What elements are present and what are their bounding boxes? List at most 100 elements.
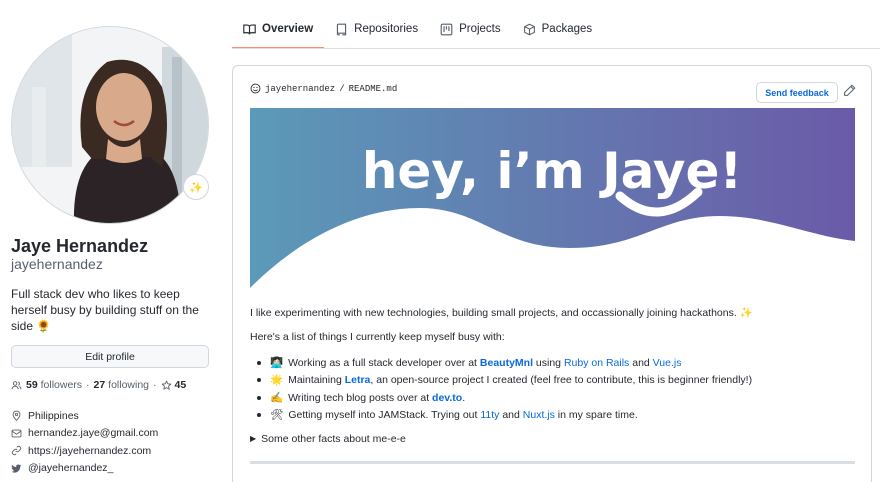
- item-text-fragment: Maintaining: [288, 374, 345, 387]
- tab-packages[interactable]: Packages: [512, 10, 604, 48]
- item-text-fragment: Working as a full stack developer over a…: [288, 356, 480, 369]
- item-text-fragment: , an open-source project I created (feel…: [370, 374, 753, 387]
- item-text: Writing tech blog posts over at dev.to.: [288, 391, 465, 405]
- item-emoji: ✍️: [270, 391, 284, 404]
- tab-label: Repositories: [354, 23, 419, 35]
- bullet-icon: [257, 378, 261, 383]
- tab-label: Packages: [541, 23, 593, 35]
- item-emoji: 🌟: [270, 374, 284, 387]
- readme-list-item: ✍️ Writing tech blog posts over at dev.to…: [257, 389, 855, 407]
- item-emoji: 🛠: [270, 409, 284, 422]
- readme-link[interactable]: dev.to: [432, 392, 462, 404]
- readme-path-file[interactable]: README.md: [349, 84, 398, 94]
- tab-label: Projects: [459, 23, 501, 35]
- tab-repositories[interactable]: Repositories: [324, 10, 429, 48]
- stat-separator: ·: [86, 379, 90, 391]
- readme-divider: [250, 461, 855, 464]
- item-text-fragment: in my spare time.: [554, 409, 638, 422]
- item-text-fragment: Writing tech blog posts over at: [288, 391, 433, 404]
- profile-tabs: Overview Repositories Projects Packages: [232, 10, 604, 49]
- twitter-link[interactable]: @jayehernandez_: [28, 462, 113, 474]
- details-toggle[interactable]: ▶ Some other facts about me-e-e: [250, 432, 855, 446]
- intro-emoji: ✨: [739, 307, 753, 319]
- pencil-icon[interactable]: [843, 84, 856, 97]
- following-label: following: [108, 379, 150, 391]
- avatar-photo: [12, 27, 208, 223]
- tab-label: Overview: [262, 23, 314, 35]
- website-link[interactable]: https://jayehernandez.com: [28, 445, 151, 457]
- followers-link[interactable]: 59 followers: [26, 379, 82, 391]
- readme-link[interactable]: Ruby on Rails: [564, 357, 629, 369]
- item-text: Working as a full stack developer over a…: [288, 356, 681, 370]
- item-text-fragment: and: [629, 356, 653, 369]
- avatar[interactable]: [11, 26, 209, 224]
- following-link[interactable]: 27 following: [94, 379, 149, 391]
- twitter-item[interactable]: @jayehernandez_: [11, 460, 158, 478]
- location-text: Philippines: [28, 409, 79, 422]
- location-icon: [12, 410, 21, 422]
- readme-link[interactable]: Vue.js: [653, 357, 682, 369]
- followers-label: followers: [40, 379, 83, 391]
- readme-link[interactable]: BeautyMnl: [480, 357, 533, 369]
- readme-body: I like experimenting with new technologi…: [250, 306, 855, 446]
- email-link[interactable]: hernandez.jaye@gmail.com: [28, 427, 158, 439]
- project-icon: [440, 23, 453, 35]
- readme-path-sep: /: [339, 83, 345, 94]
- website-item[interactable]: https://jayehernandez.com: [11, 442, 158, 460]
- follow-stats: 59 followers · 27 following · 45: [11, 379, 186, 391]
- item-text-fragment: and: [499, 409, 523, 422]
- readme-list-item: 👩🏻‍💻 Working as a full stack developer ov…: [257, 354, 855, 372]
- item-text-fragment: .: [462, 391, 466, 404]
- bullet-icon: [257, 360, 261, 365]
- readme-intro: I like experimenting with new technologi…: [250, 306, 855, 320]
- send-feedback-button[interactable]: Send feedback: [756, 82, 838, 103]
- followers-count: 59: [26, 379, 38, 391]
- readme-card: jayehernandez / README.md Send feedback …: [232, 65, 872, 482]
- tab-overview[interactable]: Overview: [232, 10, 325, 49]
- bullet-icon: [257, 413, 261, 418]
- readme-list-intro: Here's a list of things I currently keep…: [250, 331, 505, 343]
- item-text-fragment: Getting myself into JAMStack. Trying out: [288, 409, 481, 422]
- people-icon: [11, 380, 22, 389]
- smiley-icon: [250, 83, 261, 94]
- edit-profile-button[interactable]: Edit profile: [11, 345, 209, 368]
- stat-separator: ·: [153, 379, 157, 391]
- repo-icon: [337, 23, 347, 35]
- star-icon: [161, 380, 171, 390]
- profile-login: jayehernandez: [11, 256, 103, 272]
- readme-path: jayehernandez / README.md: [250, 83, 397, 94]
- item-text: Maintaining Letra, an open-source projec…: [288, 373, 752, 387]
- readme-list: 👩🏻‍💻 Working as a full stack developer ov…: [250, 354, 855, 424]
- mail-icon: [11, 429, 22, 438]
- readme-link[interactable]: Nuxt.js: [523, 409, 555, 421]
- readme-path-user[interactable]: jayehernandez: [265, 84, 335, 94]
- profile-details: Philippines hernandez.jaye@gmail.com htt…: [11, 407, 158, 477]
- item-emoji: 👩🏻‍💻: [270, 356, 284, 369]
- location-item: Philippines: [11, 407, 158, 425]
- stars-count: 45: [174, 379, 187, 391]
- disclosure-triangle-icon: ▶: [250, 434, 257, 443]
- status-emoji-button[interactable]: ✨: [183, 174, 209, 200]
- details-summary: Some other facts about me-e-e: [261, 433, 406, 445]
- readme-list-item: 🌟 Maintaining Letra, an open-source proje…: [257, 372, 855, 390]
- email-item[interactable]: hernandez.jaye@gmail.com: [11, 425, 158, 443]
- stars-link[interactable]: 45: [161, 379, 187, 391]
- profile-name: Jaye Hernandez: [11, 236, 149, 256]
- link-icon: [11, 446, 22, 456]
- readme-list-item: 🛠 Getting myself into JAMStack. Trying ou…: [257, 407, 855, 425]
- book-icon: [243, 23, 256, 34]
- profile-bio: Full stack dev who likes to keep herself…: [11, 286, 211, 334]
- item-text-fragment: using: [533, 356, 564, 369]
- twitter-icon: [11, 464, 22, 473]
- bullet-icon: [257, 395, 261, 400]
- bio-emoji: 🌻: [36, 319, 52, 333]
- banner-text: hey, i’m Jaye!: [362, 142, 742, 200]
- tab-projects[interactable]: Projects: [429, 10, 512, 48]
- readme-banner: hey, i’m Jaye!: [250, 108, 855, 288]
- readme-link[interactable]: 11ty: [480, 409, 499, 421]
- tabs-divider: [232, 48, 880, 49]
- package-icon: [523, 23, 535, 35]
- following-count: 27: [93, 379, 106, 391]
- item-text: Getting myself into JAMStack. Trying out…: [288, 408, 637, 422]
- readme-link[interactable]: Letra: [345, 374, 371, 386]
